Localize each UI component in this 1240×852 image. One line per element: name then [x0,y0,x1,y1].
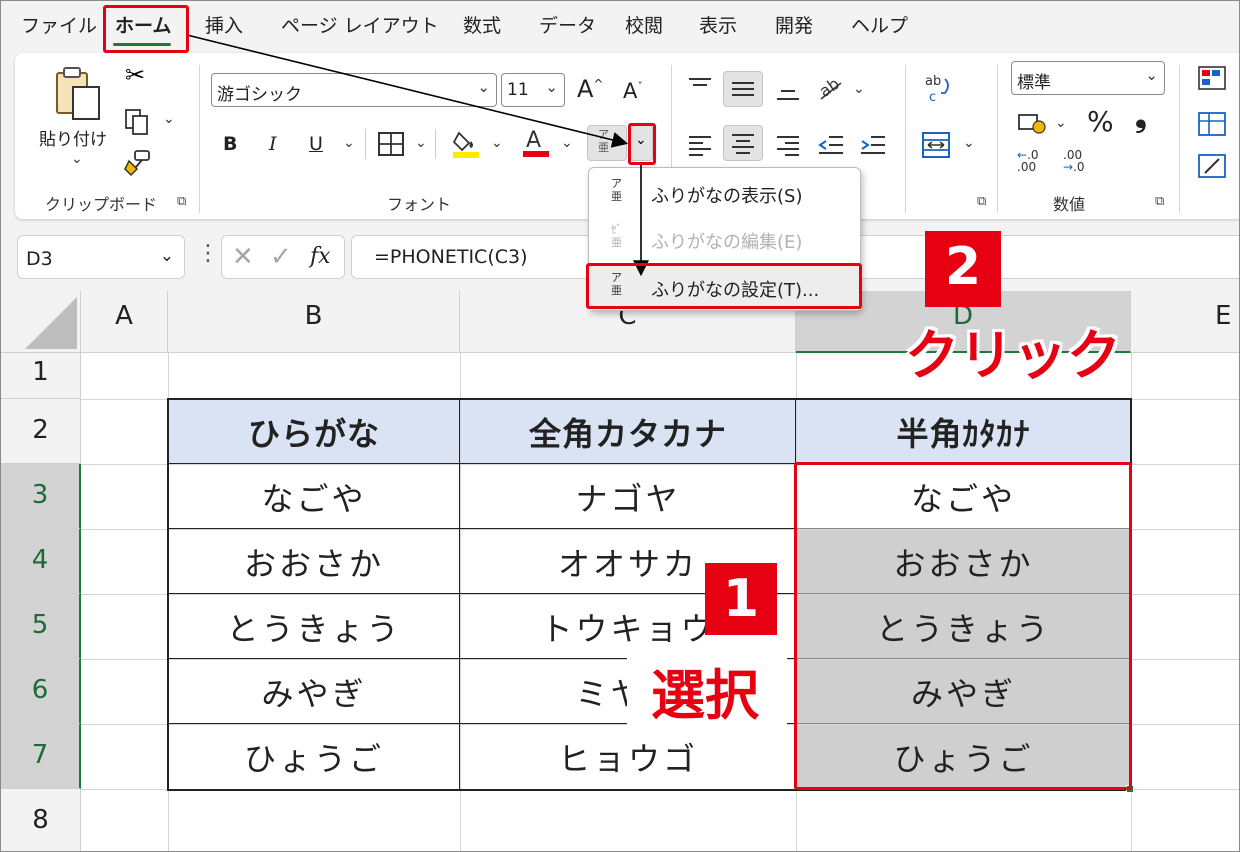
highlight-selection-range [794,462,1132,790]
step-2-label: クリック [905,324,1121,387]
highlight-home-tab [103,5,189,53]
step-1-label: 選択 [651,664,759,727]
step-1-badge: 1 [705,563,777,635]
arrow-home-to-dropdown [186,34,629,148]
highlight-furigana-settings [586,263,862,309]
step-2-badge: 2 [925,231,1001,307]
excel-window: ファイル ホーム 挿入 ページ レイアウト 数式 データ 校閲 表示 開発 ヘル… [0,0,1240,852]
highlight-phonetic-dropdown [628,123,656,165]
